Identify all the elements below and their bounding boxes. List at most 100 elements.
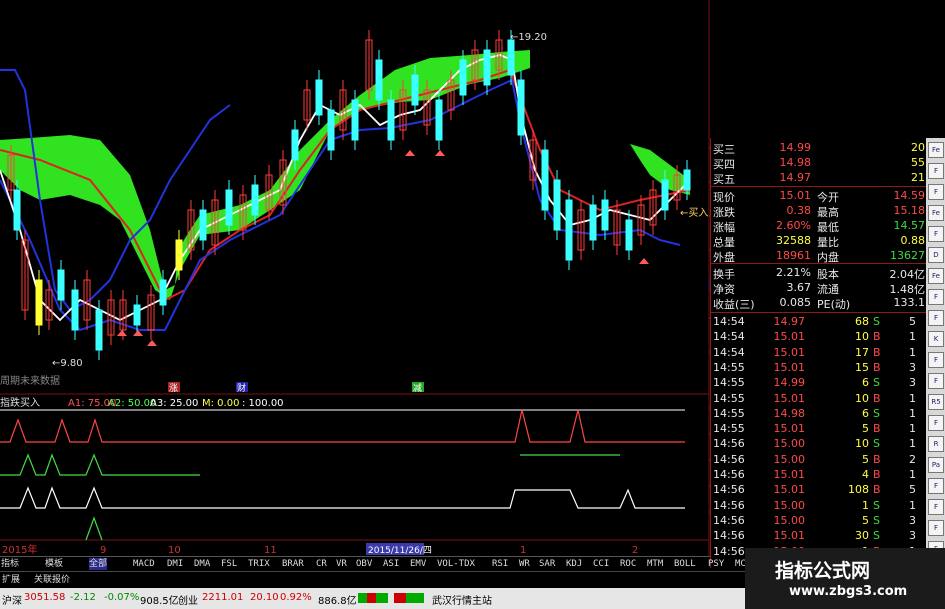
tab-dmi[interactable]: DMI [167,558,183,570]
tab-dma[interactable]: DMA [194,558,210,570]
tab-vr[interactable]: VR [336,558,347,570]
subtab-0[interactable]: 扩展 [2,574,20,586]
side-tool-icon[interactable]: Fe [928,142,944,158]
cell: 15.01 [773,345,806,359]
tick-row: 14:54 15.01 10 B 1 [711,329,926,344]
cell: 15.18 [893,204,926,217]
indicator-a3-line [0,486,685,509]
tick-row: 14:54 15.01 17 B 1 [711,345,926,360]
candle-body [683,169,691,191]
side-tool-icon[interactable]: D [928,247,944,263]
cell: 10 [855,437,869,451]
side-tool-icon[interactable]: F [928,184,944,200]
cell: 14:55 [713,422,745,436]
order-book-row: 买五 14.97 21 [711,170,926,186]
candle-body [435,99,443,141]
candle-body [387,99,395,141]
tick-row: 14:54 14.97 68 S 5 [711,314,926,329]
side-tool-icon[interactable]: F [928,373,944,389]
tab-macd[interactable]: MACD [133,558,155,570]
cell: 108 [848,483,869,497]
station-name[interactable]: 武汉行情主站 [432,592,492,607]
indicator-param: M: 0.00 [202,398,239,409]
side-tool-icon[interactable]: Pa [928,457,944,473]
side-tool-icon[interactable]: F [928,499,944,515]
board-amount: 886.8亿 [318,596,357,607]
side-tool-icon[interactable]: F [928,352,944,368]
cell: 2 [909,452,916,466]
tab-wr[interactable]: WR [519,558,530,570]
side-tool-icon[interactable]: Fe [928,268,944,284]
watermark-title: 指标公式网 [775,560,871,582]
tab-psy[interactable]: PSY [708,558,724,570]
buy-in-label: ←买入 [680,207,708,219]
buy-arrow [117,330,127,336]
indicator-small-spike [85,516,103,541]
board-pct: 0.92% [280,592,312,603]
tab-emv[interactable]: EMV [410,558,426,570]
cell: B [873,345,881,359]
quote-panel: 买三 14.99 20 买四 14.98 55 买五 14.97 21 现价 15.01 今开 14.… [710,138,926,568]
tab-全部[interactable]: 全部 [89,558,108,570]
tick-row: 14:55 15.01 10 B 1 [711,391,926,406]
cell: 18961 [776,249,811,262]
side-tool-icon[interactable]: F [928,163,944,179]
cell: 5 [862,422,869,436]
cell: 15.01 [773,330,806,344]
tab-asi[interactable]: ASI [383,558,399,570]
tab-sar[interactable]: SAR [539,558,555,570]
indicator-param: : 100.00 [242,398,284,409]
cell: 14:56 [713,544,745,558]
cell: 14.97 [779,171,812,184]
time-axis-label: 2 [632,545,638,556]
candle-body [565,199,573,261]
cell: 1 [862,498,869,512]
market-index: 3051.58 [24,592,66,603]
side-tool-icon[interactable]: K [928,331,944,347]
subtab-1[interactable]: 关联报价 [34,574,70,586]
stat-row: 净资 3.67 流通 1.48亿 [711,280,926,296]
tab-cr[interactable]: CR [316,558,327,570]
tab-brar[interactable]: BRAR [282,558,304,570]
side-tool-icon[interactable]: Fe [928,205,944,221]
board-change: 20.10 [250,592,279,603]
cell: 15.01 [773,360,806,374]
tab-mtm[interactable]: MTM [647,558,663,570]
cell: 14.98 [779,156,812,169]
tab-rsi[interactable]: RSI [492,558,508,570]
price-low-label: ←9.80 [52,358,83,369]
tab-kdj[interactable]: KDJ [566,558,582,570]
tab-obv[interactable]: OBV [356,558,372,570]
candle-body [291,129,299,161]
side-tool-icon[interactable]: F [928,310,944,326]
tab-cci[interactable]: CCI [593,558,609,570]
side-tool-icon[interactable]: F [928,289,944,305]
cell: 14:54 [713,330,745,344]
side-tool-icon[interactable]: R [928,436,944,452]
sub-tabbar: 扩展 关联报价 [0,571,745,588]
side-tool-icon[interactable]: F [928,226,944,242]
side-tool-icon[interactable]: F [928,520,944,536]
cell: B [873,483,881,497]
tab-模板[interactable]: 模板 [45,558,63,570]
cell: 10 [855,330,869,344]
buy-arrow [435,150,445,156]
tab-boll[interactable]: BOLL [674,558,696,570]
tab-fsl[interactable]: FSL [221,558,237,570]
candle-body [517,79,525,136]
board-index: 2211.01 [202,592,244,603]
tab-trix[interactable]: TRIX [248,558,270,570]
cell: 15.00 [773,498,806,512]
tick-row: 14:55 15.01 15 B 3 [711,360,926,375]
side-tool-icon[interactable]: R5 [928,394,944,410]
cell: 1 [909,345,916,359]
tab-roc[interactable]: ROC [620,558,636,570]
side-tool-icon[interactable]: F [928,415,944,431]
cell: 5 [909,315,916,328]
cell: 5 [862,513,869,527]
tab-vol-tdx[interactable]: VOL-TDX [437,558,475,570]
candle-body [483,49,491,86]
side-tool-icon[interactable]: F [928,478,944,494]
tab-指标[interactable]: 指标 [1,558,19,570]
cell: B [873,468,881,481]
